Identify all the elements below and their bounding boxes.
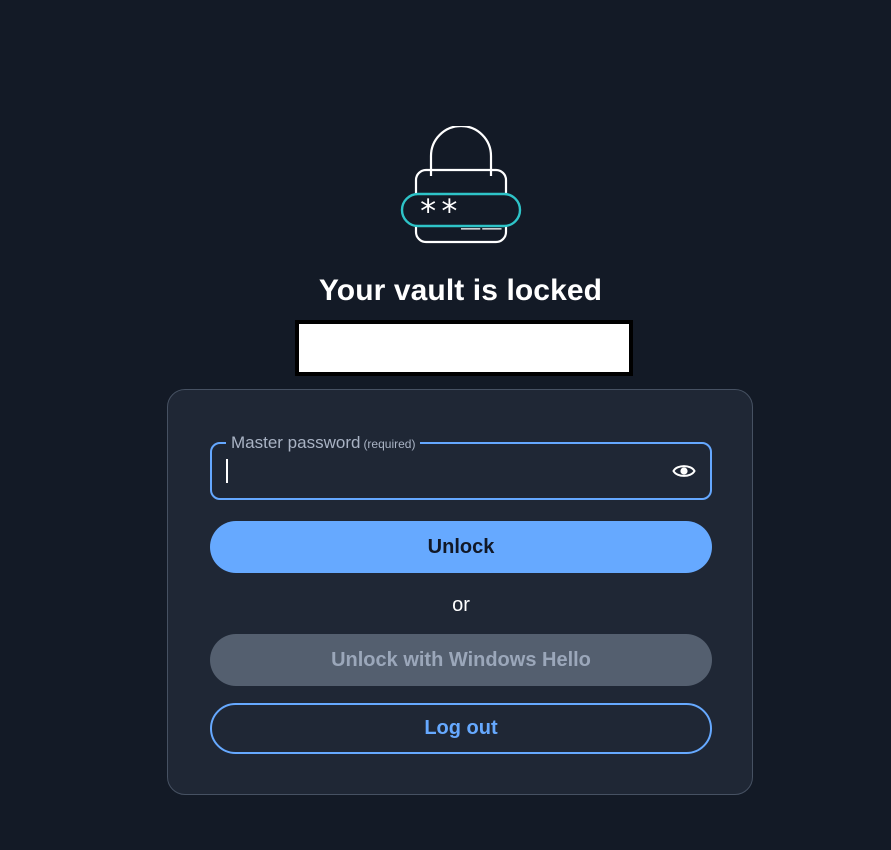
lock-password-icon: **__ [400, 126, 522, 244]
required-indicator: (required) [363, 437, 416, 451]
text-caret [226, 459, 228, 483]
lock-screen: **__ Your vault is locked Master passwor… [0, 0, 891, 850]
master-password-label: Master password (required) [226, 433, 421, 454]
master-password-field[interactable]: Master password (required) [210, 433, 712, 500]
master-password-input[interactable] [224, 457, 658, 487]
eye-icon[interactable] [672, 460, 696, 482]
master-password-label-text: Master password [231, 433, 361, 452]
unlock-button[interactable]: Unlock [210, 521, 712, 573]
or-divider-text: or [452, 594, 470, 616]
page-title: Your vault is locked [318, 274, 603, 307]
redacted-account-block [295, 320, 633, 376]
unlock-card: Master password (required) Unlock or Unlo… [167, 389, 753, 795]
lock-mask-text: **__ [418, 192, 503, 230]
logout-button[interactable]: Log out [210, 703, 712, 754]
unlock-windows-hello-button[interactable]: Unlock with Windows Hello [210, 634, 712, 686]
